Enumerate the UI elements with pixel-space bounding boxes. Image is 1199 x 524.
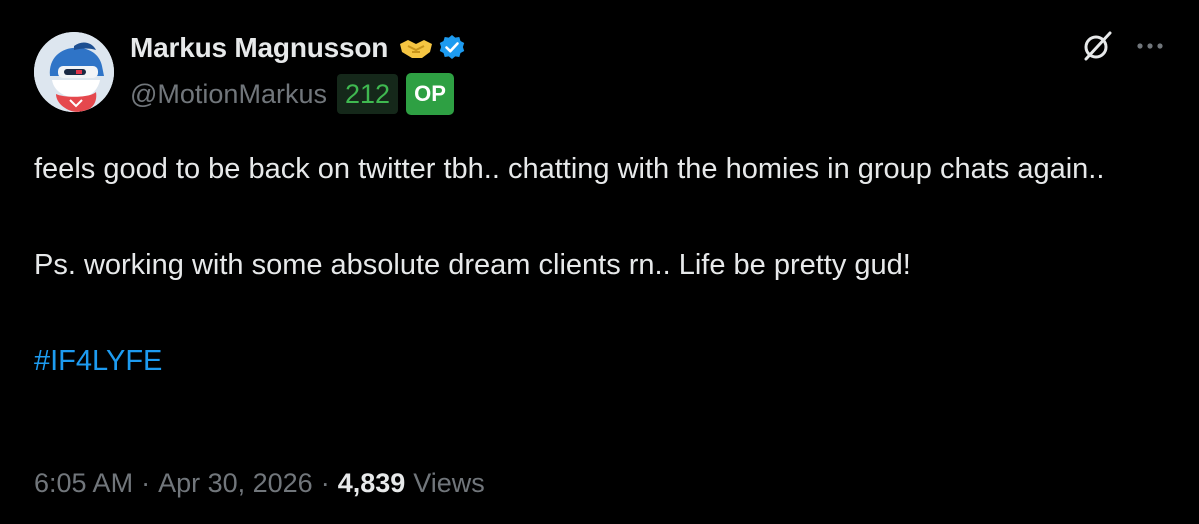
name-row: Markus Magnusson (130, 28, 466, 68)
tweet-paragraph: Ps. working with some absolute dream cli… (34, 249, 911, 281)
views-label: Views (413, 468, 485, 498)
views-count[interactable]: 4,839 (338, 468, 406, 499)
tweet-header: Markus Magnusson @MotionMarkus 212 OP (130, 28, 466, 120)
tweet-date[interactable]: Apr 30, 2026 (158, 468, 313, 499)
handle-row: @MotionMarkus 212 OP (130, 72, 466, 116)
separator-dot: · (320, 468, 330, 498)
more-icon[interactable] (1135, 31, 1165, 61)
verified-badge-icon[interactable] (438, 34, 466, 62)
hashtag-link[interactable]: #IF4LYFE (34, 342, 1164, 380)
avatar-illustration-icon (34, 32, 114, 112)
separator-dot: · (141, 468, 151, 498)
grok-icon[interactable] (1081, 30, 1113, 62)
karma-badge: 212 (336, 74, 399, 114)
op-badge: OP (406, 73, 455, 115)
tweet-time[interactable]: 6:05 AM (34, 468, 133, 499)
avatar[interactable] (34, 32, 114, 112)
user-handle[interactable]: @MotionMarkus (130, 79, 327, 110)
handshake-emoji-icon (398, 36, 434, 60)
tweet-card: Markus Magnusson @MotionMarkus 212 OP fe… (0, 0, 1199, 524)
display-name[interactable]: Markus Magnusson (130, 32, 388, 64)
tweet-text: feels good to be back on twitter tbh.. c… (34, 150, 1164, 380)
tweet-metadata: 6:05 AM · Apr 30, 2026 · 4,839 Views (34, 468, 485, 499)
tweet-actions-top (1081, 30, 1165, 62)
tweet-paragraph: feels good to be back on twitter tbh.. c… (34, 153, 1105, 185)
